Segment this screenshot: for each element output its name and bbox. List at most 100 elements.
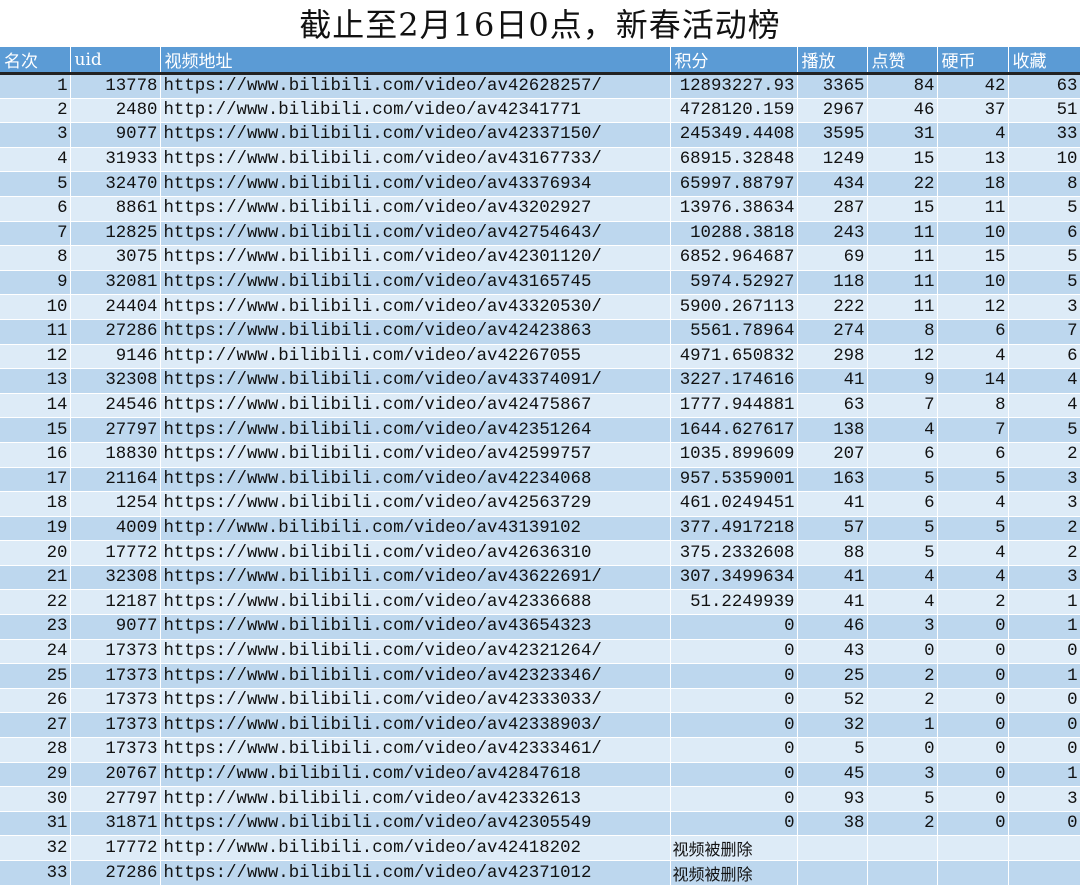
header-score[interactable]: 积分 bbox=[670, 47, 798, 75]
coins-cell[interactable]: 13 bbox=[937, 147, 1009, 173]
uid-cell[interactable]: 17373 bbox=[70, 663, 161, 689]
likes-cell[interactable]: 4 bbox=[867, 589, 938, 616]
coins-cell[interactable]: 4 bbox=[937, 491, 1009, 517]
rank-cell[interactable]: 23 bbox=[0, 614, 71, 640]
favorites-cell[interactable]: 1 bbox=[1008, 589, 1080, 616]
video-url-cell[interactable]: https://www.bilibili.com/video/av4320292… bbox=[160, 196, 671, 222]
coins-cell[interactable] bbox=[937, 835, 1009, 862]
uid-cell[interactable]: 17373 bbox=[70, 737, 161, 763]
score-cell[interactable]: 0 bbox=[670, 639, 798, 665]
favorites-cell[interactable]: 0 bbox=[1008, 688, 1080, 714]
uid-cell[interactable]: 27286 bbox=[70, 319, 161, 345]
views-cell[interactable]: 5 bbox=[797, 737, 868, 763]
video-url-cell[interactable]: https://www.bilibili.com/video/av4275464… bbox=[160, 221, 671, 247]
video-url-cell[interactable]: https://www.bilibili.com/video/av4337693… bbox=[160, 171, 671, 197]
favorites-cell[interactable]: 1 bbox=[1008, 762, 1080, 788]
favorites-cell[interactable]: 0 bbox=[1008, 712, 1080, 739]
video-url-cell[interactable]: https://www.bilibili.com/video/av4230112… bbox=[160, 245, 671, 271]
likes-cell[interactable]: 11 bbox=[867, 294, 938, 320]
uid-cell[interactable]: 17772 bbox=[70, 835, 161, 862]
score-cell[interactable]: 4971.650832 bbox=[670, 344, 798, 370]
rank-cell[interactable]: 26 bbox=[0, 688, 71, 714]
rank-cell[interactable]: 10 bbox=[0, 294, 71, 320]
rank-cell[interactable]: 6 bbox=[0, 196, 71, 222]
rank-cell[interactable]: 25 bbox=[0, 663, 71, 689]
likes-cell[interactable]: 0 bbox=[867, 737, 938, 763]
rank-cell[interactable]: 11 bbox=[0, 319, 71, 345]
video-url-cell[interactable]: https://www.bilibili.com/video/av4230554… bbox=[160, 811, 671, 837]
header-likes[interactable]: 点赞 bbox=[867, 47, 938, 75]
views-cell[interactable]: 32 bbox=[797, 712, 868, 739]
score-cell[interactable]: 0 bbox=[670, 688, 798, 714]
rank-cell[interactable]: 15 bbox=[0, 417, 71, 443]
coins-cell[interactable]: 0 bbox=[937, 663, 1009, 689]
rank-cell[interactable]: 20 bbox=[0, 540, 71, 566]
likes-cell[interactable]: 15 bbox=[867, 196, 938, 222]
views-cell[interactable] bbox=[797, 860, 868, 887]
score-cell[interactable]: 10288.3818 bbox=[670, 221, 798, 247]
uid-cell[interactable]: 32470 bbox=[70, 171, 161, 197]
header-views[interactable]: 播放 bbox=[797, 47, 868, 75]
views-cell[interactable]: 222 bbox=[797, 294, 868, 320]
views-cell[interactable]: 2967 bbox=[797, 98, 868, 124]
uid-cell[interactable]: 32308 bbox=[70, 368, 161, 394]
coins-cell[interactable]: 10 bbox=[937, 270, 1009, 296]
rank-cell[interactable]: 31 bbox=[0, 811, 71, 837]
score-cell[interactable]: 5561.78964 bbox=[670, 319, 798, 345]
favorites-cell[interactable]: 8 bbox=[1008, 171, 1080, 197]
uid-cell[interactable]: 2480 bbox=[70, 98, 161, 124]
views-cell[interactable]: 57 bbox=[797, 516, 868, 542]
uid-cell[interactable]: 12187 bbox=[70, 589, 161, 616]
video-url-cell[interactable]: https://www.bilibili.com/video/av4316574… bbox=[160, 270, 671, 296]
uid-cell[interactable]: 4009 bbox=[70, 516, 161, 542]
rank-cell[interactable]: 7 bbox=[0, 221, 71, 247]
favorites-cell[interactable]: 5 bbox=[1008, 270, 1080, 296]
views-cell[interactable]: 243 bbox=[797, 221, 868, 247]
score-cell[interactable]: 4728120.159 bbox=[670, 98, 798, 124]
favorites-cell[interactable]: 0 bbox=[1008, 811, 1080, 837]
uid-cell[interactable]: 1254 bbox=[70, 491, 161, 517]
coins-cell[interactable]: 8 bbox=[937, 393, 1009, 419]
views-cell[interactable]: 1249 bbox=[797, 147, 868, 173]
score-cell[interactable]: 0 bbox=[670, 712, 798, 739]
views-cell[interactable]: 3365 bbox=[797, 73, 868, 99]
likes-cell[interactable]: 6 bbox=[867, 491, 938, 517]
rank-cell[interactable]: 16 bbox=[0, 442, 71, 468]
views-cell[interactable]: 41 bbox=[797, 565, 868, 591]
uid-cell[interactable]: 17373 bbox=[70, 639, 161, 665]
favorites-cell[interactable]: 33 bbox=[1008, 122, 1080, 148]
views-cell[interactable]: 298 bbox=[797, 344, 868, 370]
video-url-cell[interactable]: https://www.bilibili.com/video/av4362269… bbox=[160, 565, 671, 591]
rank-cell[interactable]: 24 bbox=[0, 639, 71, 665]
video-url-cell[interactable]: https://www.bilibili.com/video/av4237101… bbox=[160, 860, 671, 887]
video-url-cell[interactable]: https://www.bilibili.com/video/av4259975… bbox=[160, 442, 671, 468]
rank-cell[interactable]: 3 bbox=[0, 122, 71, 148]
rank-cell[interactable]: 22 bbox=[0, 589, 71, 616]
likes-cell[interactable]: 11 bbox=[867, 221, 938, 247]
score-cell[interactable]: 0 bbox=[670, 786, 798, 812]
score-cell[interactable]: 377.4917218 bbox=[670, 516, 798, 542]
video-url-cell[interactable]: https://www.bilibili.com/video/av4233890… bbox=[160, 712, 671, 739]
video-url-cell[interactable]: http://www.bilibili.com/video/av42341771 bbox=[160, 98, 671, 124]
favorites-cell[interactable]: 3 bbox=[1008, 467, 1080, 493]
views-cell[interactable]: 88 bbox=[797, 540, 868, 566]
score-cell[interactable]: 5900.267113 bbox=[670, 294, 798, 320]
favorites-cell[interactable]: 2 bbox=[1008, 516, 1080, 542]
header-uid[interactable]: uid bbox=[70, 47, 161, 75]
coins-cell[interactable]: 4 bbox=[937, 540, 1009, 566]
rank-cell[interactable]: 8 bbox=[0, 245, 71, 271]
coins-cell[interactable]: 7 bbox=[937, 417, 1009, 443]
favorites-cell[interactable]: 3 bbox=[1008, 565, 1080, 591]
favorites-cell[interactable]: 4 bbox=[1008, 368, 1080, 394]
uid-cell[interactable]: 9146 bbox=[70, 344, 161, 370]
score-cell[interactable]: 461.0249451 bbox=[670, 491, 798, 517]
rank-cell[interactable]: 32 bbox=[0, 835, 71, 862]
rank-cell[interactable]: 33 bbox=[0, 860, 71, 887]
coins-cell[interactable]: 6 bbox=[937, 442, 1009, 468]
score-cell[interactable]: 51.2249939 bbox=[670, 589, 798, 616]
video-url-cell[interactable]: https://www.bilibili.com/video/av4365432… bbox=[160, 614, 671, 640]
favorites-cell[interactable] bbox=[1008, 860, 1080, 887]
score-cell[interactable]: 307.3499634 bbox=[670, 565, 798, 591]
favorites-cell[interactable]: 7 bbox=[1008, 319, 1080, 345]
favorites-cell[interactable]: 1 bbox=[1008, 614, 1080, 640]
